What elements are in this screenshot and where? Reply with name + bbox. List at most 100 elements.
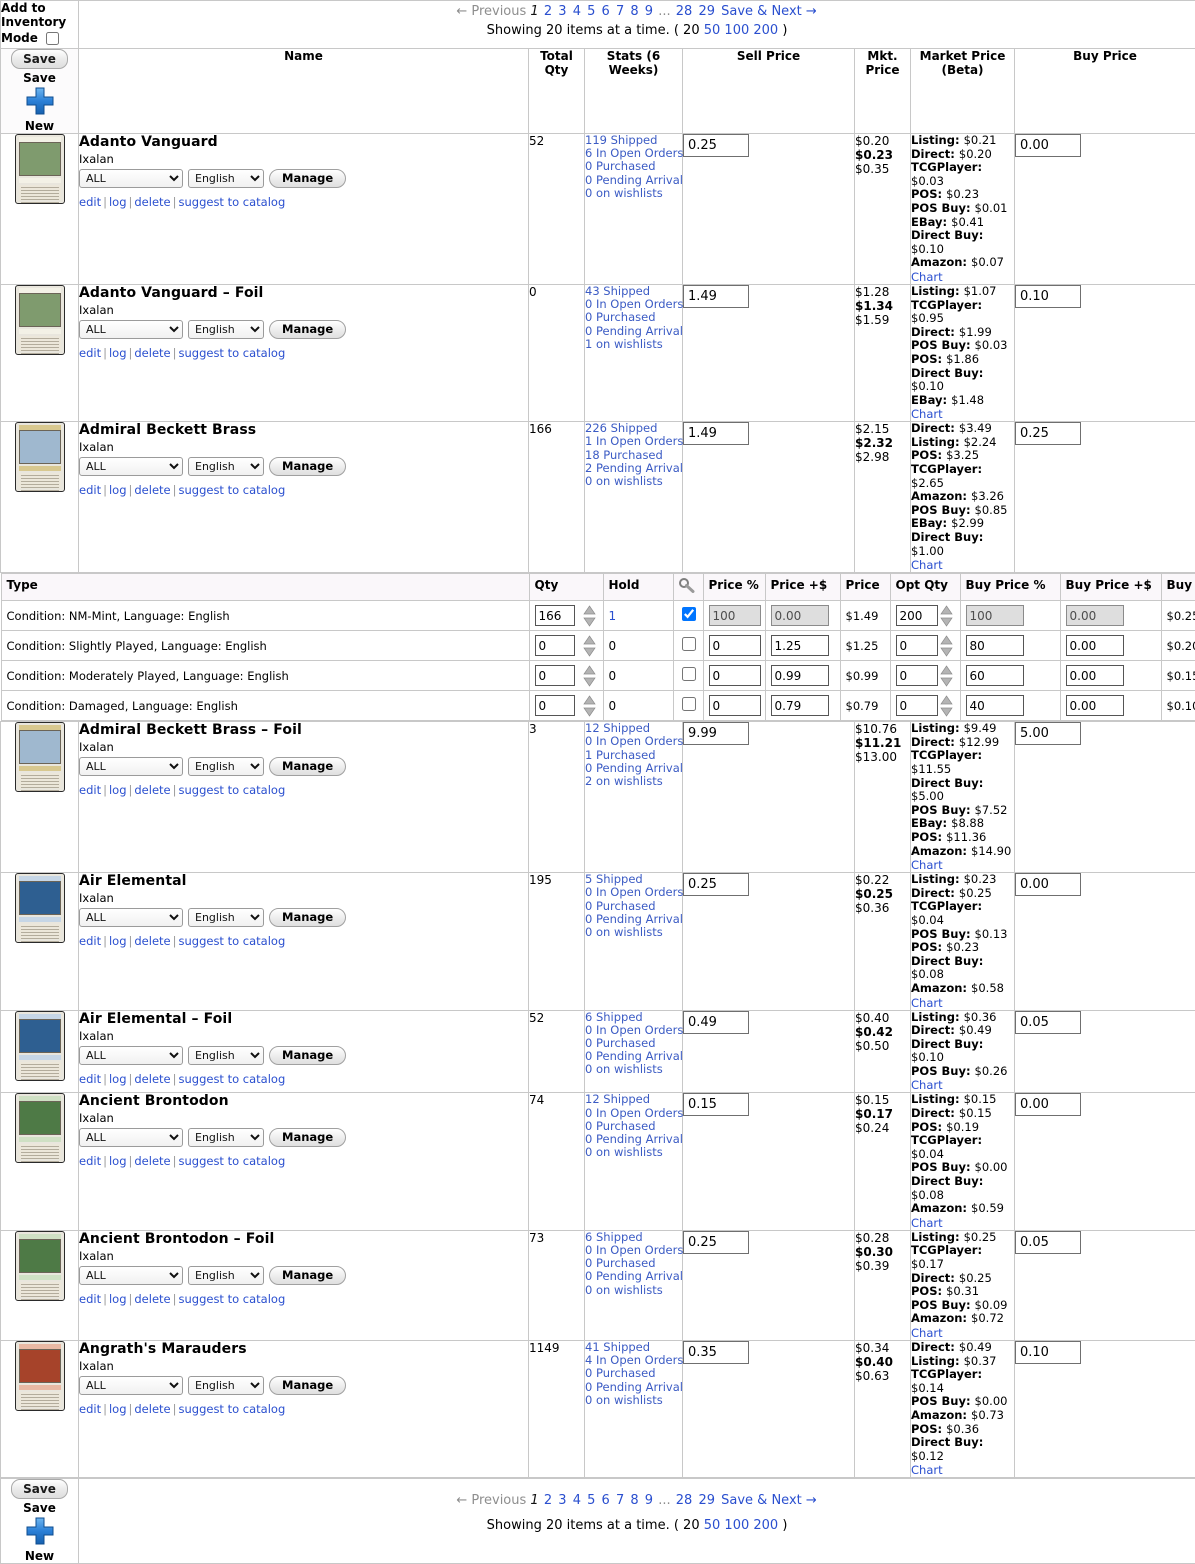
buy-price-input[interactable] — [1015, 1231, 1081, 1254]
condition-select[interactable]: ALL — [79, 1376, 183, 1395]
price-pct-input[interactable] — [709, 695, 761, 716]
sell-price-input[interactable] — [683, 722, 749, 745]
suggest-to-catalog-link[interactable]: suggest to catalog — [178, 934, 285, 948]
chart-link[interactable]: Chart — [911, 407, 1014, 421]
opt-qty-input[interactable] — [896, 665, 938, 686]
manage-button[interactable]: Manage — [269, 1128, 346, 1147]
language-select[interactable]: English — [188, 457, 264, 476]
sell-price-input[interactable] — [683, 1231, 749, 1254]
previous-link[interactable]: ← Previous — [456, 4, 526, 19]
edit-link[interactable]: edit — [79, 783, 101, 797]
save-and-next-link[interactable]: Save & Next → — [721, 4, 817, 19]
edit-link[interactable]: edit — [79, 934, 101, 948]
stat-line[interactable]: 0 In Open Orders — [585, 1024, 682, 1037]
chart-link[interactable]: Chart — [911, 996, 1014, 1010]
stat-line[interactable]: 0 In Open Orders — [585, 735, 682, 748]
buy-price-pct-input[interactable] — [966, 695, 1024, 716]
manage-button[interactable]: Manage — [269, 1046, 346, 1065]
page-current[interactable]: 1 — [530, 4, 538, 19]
language-select[interactable]: English — [188, 908, 264, 927]
sell-price-input[interactable] — [683, 285, 749, 308]
sell-price-input[interactable] — [683, 1093, 749, 1116]
page-9-bottom[interactable]: 9 — [645, 1493, 653, 1508]
opt-qty-input[interactable] — [896, 695, 938, 716]
page-5-bottom[interactable]: 5 — [587, 1493, 595, 1508]
page-6-bottom[interactable]: 6 — [602, 1493, 610, 1508]
qty-input[interactable] — [535, 695, 575, 716]
delete-link[interactable]: delete — [134, 1292, 170, 1306]
buy-price-input[interactable] — [1015, 873, 1081, 896]
log-link[interactable]: log — [109, 1402, 127, 1416]
card-thumbnail[interactable] — [15, 722, 65, 792]
buy-price-input[interactable] — [1015, 1341, 1081, 1364]
stat-line[interactable]: 0 Purchased — [585, 311, 682, 324]
page-size-20-bottom[interactable]: 20 — [683, 1518, 700, 1533]
page-6[interactable]: 6 — [602, 4, 610, 19]
new-plus-icon-bottom[interactable] — [1, 1516, 78, 1549]
condition-select[interactable]: ALL — [79, 320, 183, 339]
opt-qty-input[interactable] — [896, 635, 938, 656]
spinner-icon[interactable] — [940, 635, 953, 657]
chart-link[interactable]: Chart — [911, 558, 1014, 572]
page-5[interactable]: 5 — [587, 4, 595, 19]
card-thumbnail[interactable] — [15, 1093, 65, 1163]
buy-price-plus-input[interactable] — [1066, 665, 1124, 686]
price-plus-input[interactable] — [771, 635, 829, 656]
buy-price-plus-input[interactable] — [1066, 635, 1124, 656]
lock-checkbox[interactable] — [682, 637, 696, 651]
stat-line[interactable]: 0 Pending Arrival — [585, 1381, 682, 1394]
stat-line[interactable]: 0 Purchased — [585, 160, 682, 173]
stat-line[interactable]: 2 on wishlists — [585, 775, 682, 788]
edit-link[interactable]: edit — [79, 1292, 101, 1306]
price-pct-input[interactable] — [709, 665, 761, 686]
new-plus-icon-top[interactable] — [1, 86, 78, 119]
delete-link[interactable]: delete — [134, 934, 170, 948]
suggest-to-catalog-link[interactable]: suggest to catalog — [178, 1292, 285, 1306]
buy-price-input[interactable] — [1015, 134, 1081, 157]
card-thumbnail[interactable] — [15, 422, 65, 492]
page-28-bottom[interactable]: 28 — [676, 1493, 693, 1508]
qty-input[interactable] — [535, 605, 575, 626]
page-29-bottom[interactable]: 29 — [698, 1493, 715, 1508]
stat-line[interactable]: 0 on wishlists — [585, 475, 682, 488]
suggest-to-catalog-link[interactable]: suggest to catalog — [178, 1154, 285, 1168]
buy-price-pct-input[interactable] — [966, 635, 1024, 656]
delete-link[interactable]: delete — [134, 1072, 170, 1086]
sell-price-input[interactable] — [683, 1341, 749, 1364]
condition-select[interactable]: ALL — [79, 1266, 183, 1285]
language-select[interactable]: English — [188, 1128, 264, 1147]
stat-line[interactable]: 0 Purchased — [585, 900, 682, 913]
log-link[interactable]: log — [109, 1292, 127, 1306]
edit-link[interactable]: edit — [79, 346, 101, 360]
condition-select[interactable]: ALL — [79, 169, 183, 188]
price-pct-input[interactable] — [709, 605, 761, 626]
card-thumbnail[interactable] — [15, 285, 65, 355]
spinner-icon[interactable] — [940, 695, 953, 717]
qty-input[interactable] — [535, 635, 575, 656]
chart-link[interactable]: Chart — [911, 1326, 1014, 1340]
sell-price-input[interactable] — [683, 1011, 749, 1034]
sell-price-input[interactable] — [683, 134, 749, 157]
page-9[interactable]: 9 — [645, 4, 653, 19]
delete-link[interactable]: delete — [134, 195, 170, 209]
delete-link[interactable]: delete — [134, 783, 170, 797]
buy-price-input[interactable] — [1015, 285, 1081, 308]
page-2-bottom[interactable]: 2 — [544, 1493, 552, 1508]
page-7-bottom[interactable]: 7 — [616, 1493, 624, 1508]
page-29[interactable]: 29 — [698, 4, 715, 19]
qty-input[interactable] — [535, 665, 575, 686]
edit-link[interactable]: edit — [79, 195, 101, 209]
stat-line[interactable]: 6 Shipped — [585, 1011, 682, 1024]
page-4-bottom[interactable]: 4 — [573, 1493, 581, 1508]
language-select[interactable]: English — [188, 320, 264, 339]
opt-qty-input[interactable] — [896, 605, 938, 626]
page-size-50-bottom[interactable]: 50 — [704, 1518, 721, 1533]
page-size-20[interactable]: 20 — [683, 23, 700, 38]
stat-line[interactable]: 0 on wishlists — [585, 1394, 682, 1407]
page-8-bottom[interactable]: 8 — [630, 1493, 638, 1508]
save-and-next-link-bottom[interactable]: Save & Next → — [721, 1493, 817, 1508]
price-plus-input[interactable] — [771, 665, 829, 686]
manage-button[interactable]: Manage — [269, 457, 346, 476]
stat-line[interactable]: 4 In Open Orders — [585, 1354, 682, 1367]
buy-price-plus-input[interactable] — [1066, 695, 1124, 716]
